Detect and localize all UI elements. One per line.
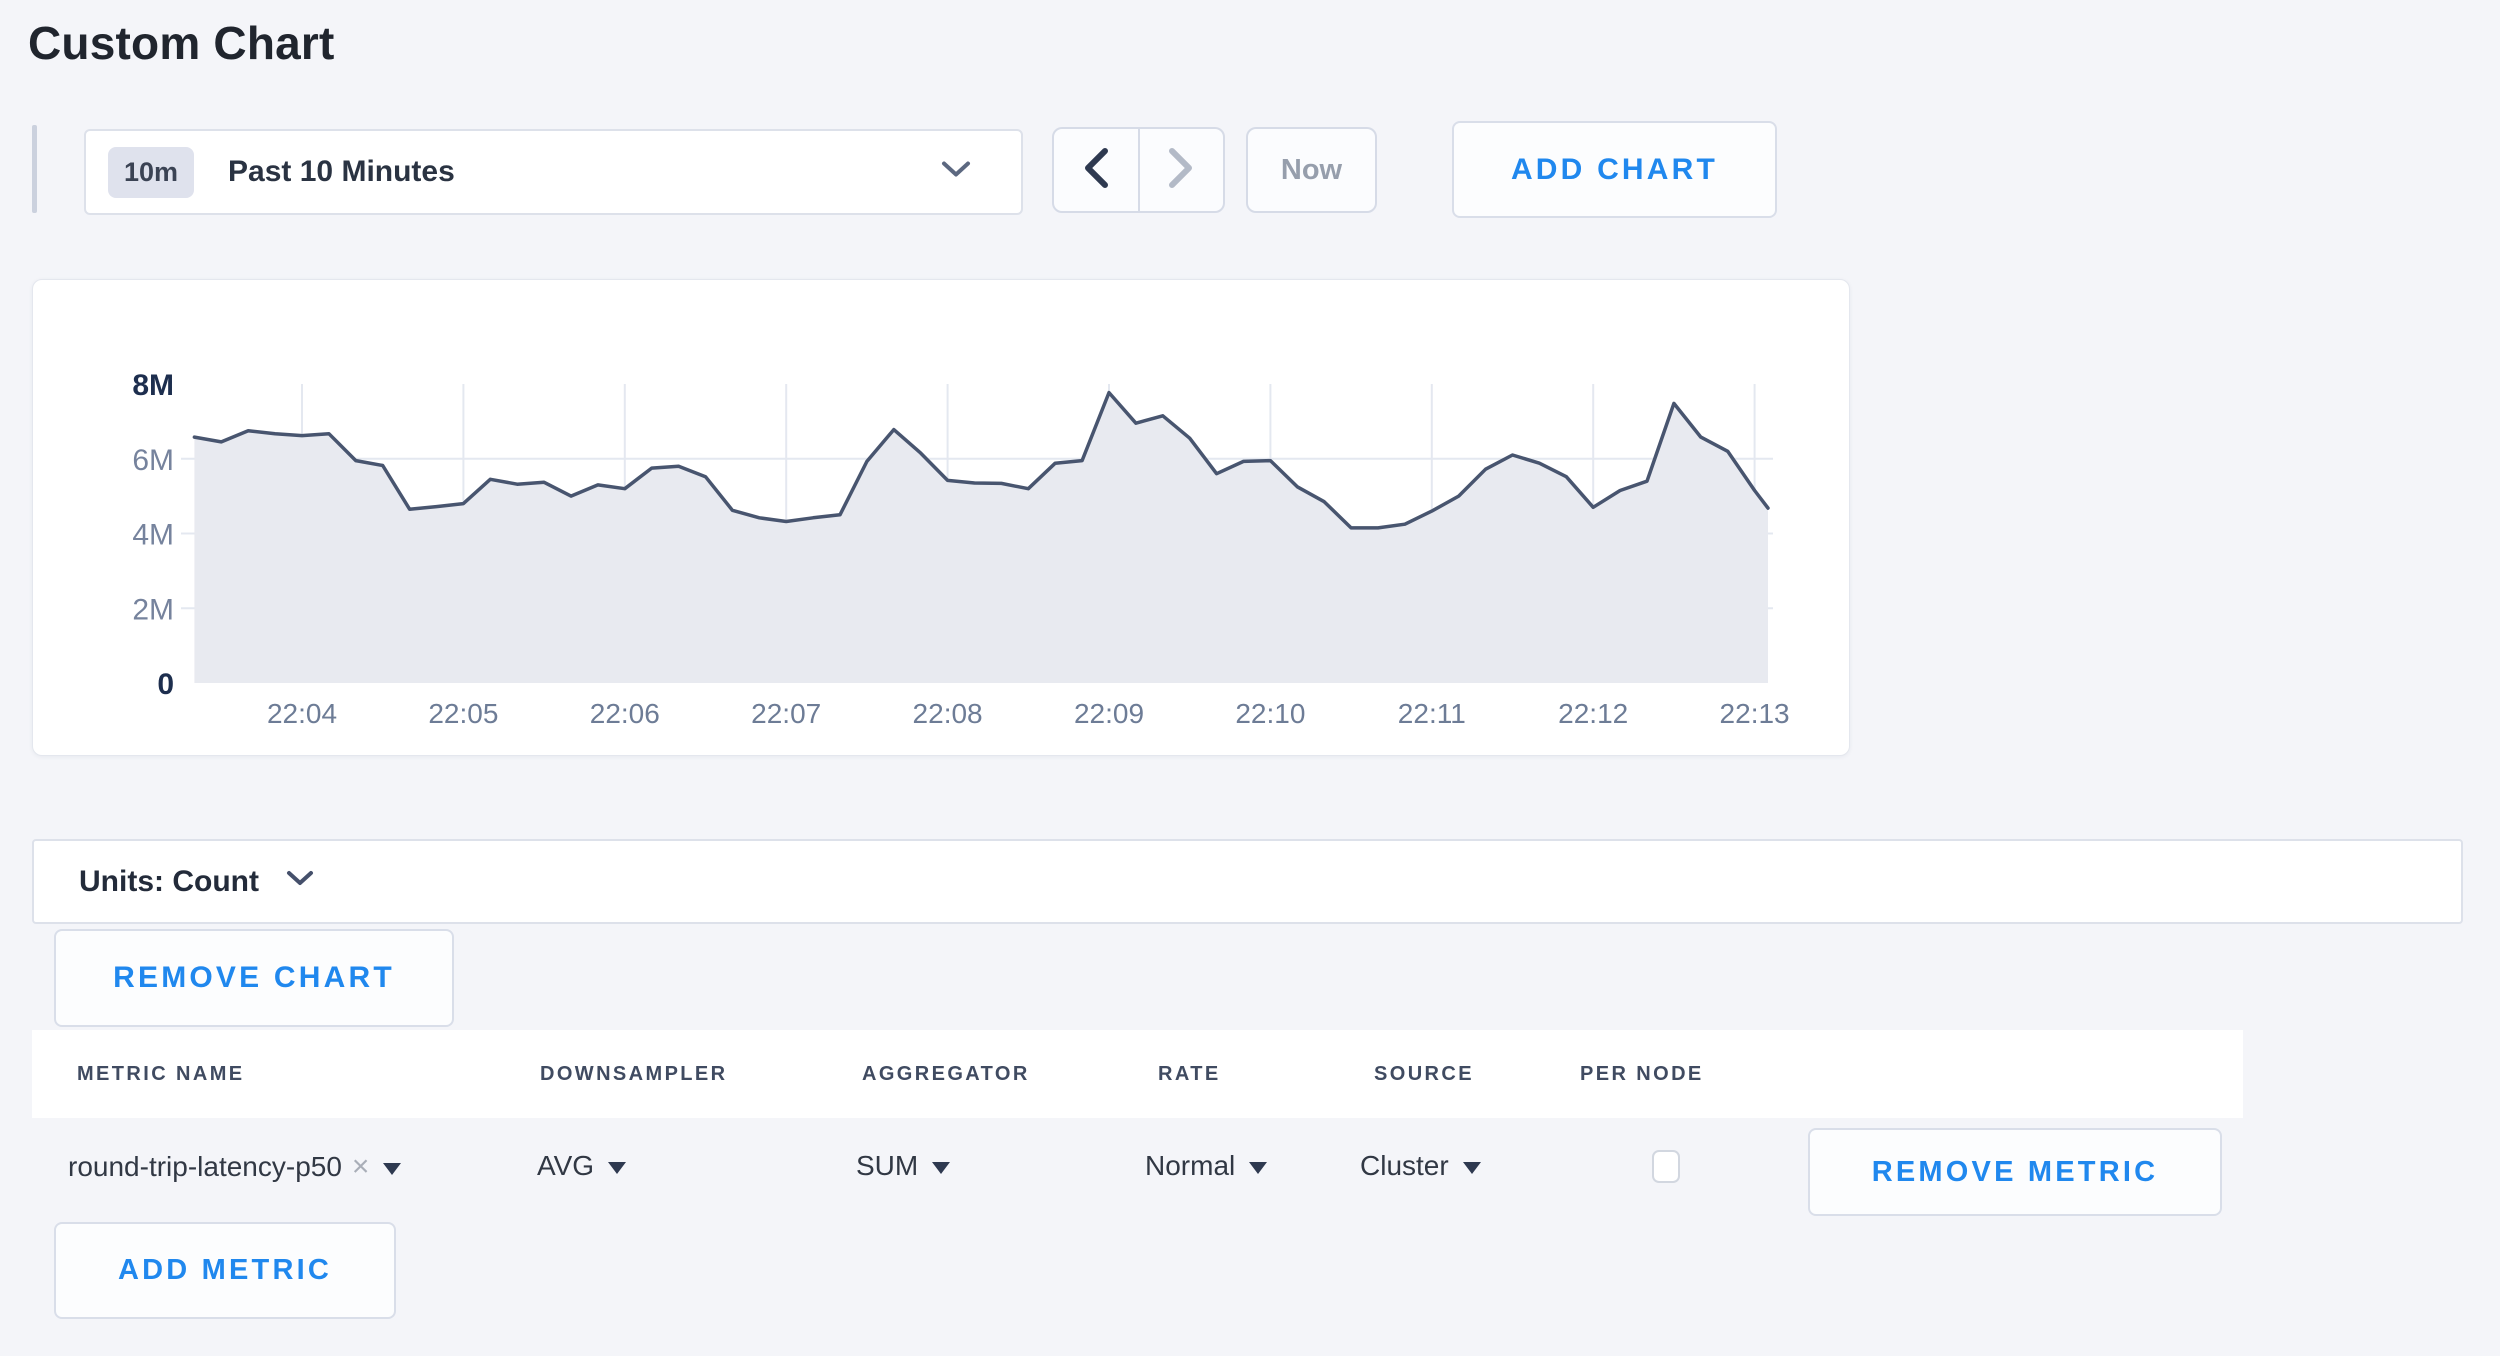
next-interval-button[interactable] bbox=[1140, 129, 1224, 211]
custom-chart-panel: 0 2M 4M 6M 8M 22:04 22:05 22:06 22:07 22:08 22:09 2… bbox=[32, 279, 1850, 756]
caret-down-icon bbox=[383, 1163, 401, 1175]
caret-down-icon bbox=[1463, 1162, 1481, 1174]
svg-text:22:05: 22:05 bbox=[428, 698, 498, 729]
svg-text:22:13: 22:13 bbox=[1720, 698, 1790, 729]
svg-text:22:11: 22:11 bbox=[1398, 698, 1466, 729]
units-dropdown[interactable]: Units: Count bbox=[32, 839, 2463, 924]
remove-chart-button[interactable]: REMOVE CHART bbox=[54, 929, 454, 1027]
per-node-checkbox[interactable] bbox=[1652, 1150, 1680, 1183]
source-dropdown[interactable]: Cluster bbox=[1360, 1150, 1481, 1182]
add-metric-label: ADD METRIC bbox=[118, 1254, 332, 1287]
svg-text:4M: 4M bbox=[132, 519, 174, 552]
svg-text:22:06: 22:06 bbox=[590, 698, 660, 729]
caret-down-icon bbox=[1249, 1162, 1267, 1174]
column-header-metric-name: METRIC NAME bbox=[77, 1063, 245, 1086]
metrics-table-header bbox=[32, 1030, 2243, 1118]
chevron-down-icon bbox=[939, 159, 973, 186]
add-metric-button[interactable]: ADD METRIC bbox=[54, 1222, 396, 1319]
svg-text:22:04: 22:04 bbox=[267, 698, 337, 729]
svg-text:22:10: 22:10 bbox=[1235, 698, 1305, 729]
downsampler-value: AVG bbox=[537, 1150, 594, 1182]
time-selector-accent-bar bbox=[32, 125, 37, 213]
source-value: Cluster bbox=[1360, 1150, 1449, 1182]
aggregator-dropdown[interactable]: SUM bbox=[856, 1150, 950, 1182]
column-header-downsampler: DOWNSAMPLER bbox=[540, 1063, 728, 1086]
metric-name-value: round-trip-latency-p50 bbox=[68, 1151, 342, 1183]
svg-text:8M: 8M bbox=[132, 369, 174, 402]
page-title: Custom Chart bbox=[28, 16, 335, 70]
time-step-button-group bbox=[1052, 127, 1225, 213]
column-header-rate: RATE bbox=[1158, 1063, 1221, 1086]
remove-chart-label: REMOVE CHART bbox=[113, 961, 395, 995]
time-window-dropdown[interactable]: 10m Past 10 Minutes bbox=[84, 129, 1023, 215]
time-window-badge: 10m bbox=[108, 147, 194, 198]
units-dropdown-label: Units: Count bbox=[79, 865, 259, 899]
svg-text:22:12: 22:12 bbox=[1558, 698, 1628, 729]
svg-text:0: 0 bbox=[157, 668, 174, 701]
time-window-label: Past 10 Minutes bbox=[228, 155, 455, 189]
svg-text:2M: 2M bbox=[132, 593, 174, 626]
column-header-aggregator: AGGREGATOR bbox=[862, 1063, 1030, 1086]
caret-down-icon bbox=[608, 1162, 626, 1174]
clear-metric-icon[interactable]: × bbox=[352, 1150, 370, 1184]
column-header-per-node: PER NODE bbox=[1580, 1063, 1704, 1086]
timeseries-area-chart[interactable]: 0 2M 4M 6M 8M 22:04 22:05 22:06 22:07 22:08 22:09 2… bbox=[33, 280, 1851, 757]
previous-interval-button[interactable] bbox=[1054, 129, 1140, 211]
custom-chart-page: Custom Chart 10m Past 10 Minutes Now ADD… bbox=[0, 0, 2500, 1356]
column-header-source: SOURCE bbox=[1374, 1063, 1474, 1086]
chevron-down-icon bbox=[285, 869, 315, 894]
add-chart-button[interactable]: ADD CHART bbox=[1452, 121, 1777, 218]
now-button[interactable]: Now bbox=[1246, 127, 1377, 213]
metric-name-dropdown[interactable]: round-trip-latency-p50 × bbox=[68, 1150, 401, 1184]
rate-value: Normal bbox=[1145, 1150, 1235, 1182]
aggregator-value: SUM bbox=[856, 1150, 918, 1182]
downsampler-dropdown[interactable]: AVG bbox=[537, 1150, 626, 1182]
remove-metric-label: REMOVE METRIC bbox=[1872, 1156, 2159, 1189]
caret-down-icon bbox=[932, 1162, 950, 1174]
svg-text:6M: 6M bbox=[132, 444, 174, 477]
rate-dropdown[interactable]: Normal bbox=[1145, 1150, 1267, 1182]
chevron-right-icon bbox=[1166, 146, 1196, 195]
svg-text:22:09: 22:09 bbox=[1074, 698, 1144, 729]
add-chart-label: ADD CHART bbox=[1511, 153, 1718, 187]
remove-metric-button[interactable]: REMOVE METRIC bbox=[1808, 1128, 2222, 1216]
svg-text:22:07: 22:07 bbox=[751, 698, 821, 729]
now-button-label: Now bbox=[1281, 154, 1342, 187]
svg-text:22:08: 22:08 bbox=[913, 698, 983, 729]
chevron-left-icon bbox=[1081, 146, 1111, 195]
